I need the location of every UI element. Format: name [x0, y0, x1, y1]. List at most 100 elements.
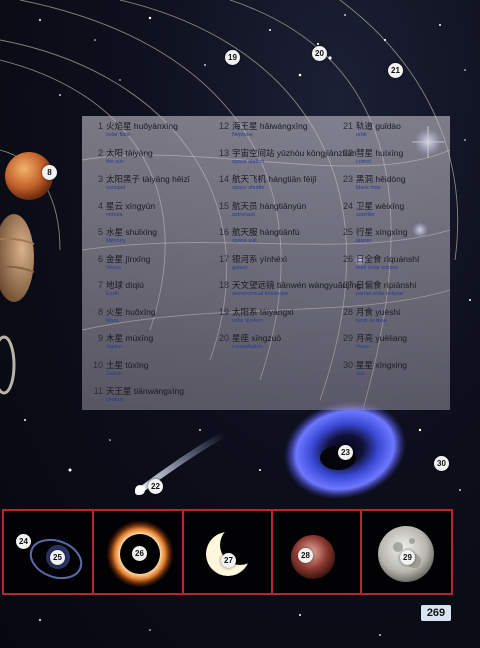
entry-english: Jupiter	[106, 344, 123, 350]
entry-name: 太阳黑子 tàiyáng hēizǐ	[106, 174, 190, 184]
entry-name: 航天员 hángtiānyún	[232, 200, 307, 211]
label-badge: 19	[225, 50, 240, 65]
entry-number: 26	[342, 253, 353, 264]
entry-number: 4	[97, 200, 103, 211]
entry-english: planet	[356, 238, 371, 244]
vocab-entry: 28 月食 yuèshí lunar eclipse	[338, 306, 456, 333]
entry-number: 24	[342, 200, 353, 211]
entry-english: solar system	[232, 317, 263, 324]
entry-number: 14	[218, 174, 229, 184]
entry-english: total solar eclipse	[356, 264, 399, 271]
entry-english: constellation	[232, 344, 263, 350]
entry-english: Earth	[106, 291, 120, 297]
vocab-entry: 23 黑洞 hēidòng black hole	[338, 173, 456, 200]
entry-english: black hole	[356, 185, 381, 191]
entry-english: space shuttle	[232, 185, 265, 191]
entry-english: galaxy	[232, 264, 248, 271]
vocab-entry: 21 轨道 guǐdào orbit	[338, 120, 456, 147]
entry-name: 火星 huǒxīng	[106, 306, 156, 317]
entry-number: 18	[218, 280, 229, 290]
vocab-entry: 18 天文望远镜 tiānwén wàngyuǎnjìng astronomical…	[214, 279, 361, 306]
vocab-entry: 24 卫星 wèixīng satellite	[338, 200, 456, 227]
entry-name: 日全食 rìquánshí	[356, 253, 420, 264]
thumb-lunar-eclipse	[273, 511, 362, 593]
entry-english: the sun	[106, 158, 125, 165]
dictionary-page: 1 火焰星 huǒyànxīng solar flare 2 太阳 tàiyáng th…	[0, 0, 480, 648]
vocab-entry: 1 火焰星 huǒyànxīng solar flare	[88, 120, 206, 147]
vocab-entry: 29 月亮 yuèliang moon	[338, 332, 456, 359]
entry-name: 海王星 hǎiwángxīng	[232, 121, 308, 131]
entry-number: 27	[342, 280, 353, 290]
entry-english: space station	[232, 158, 265, 165]
entry-number: 2	[97, 147, 103, 158]
entry-name: 地球 dìqiú	[106, 280, 144, 290]
partial-eclipse-picture	[206, 525, 260, 576]
label-badge: 28	[298, 548, 313, 563]
entry-number: 29	[342, 333, 353, 343]
entry-english: Neptune	[232, 132, 253, 138]
entry-english: astronaut	[232, 211, 255, 218]
entry-number: 9	[97, 333, 103, 343]
entry-english: solar flare	[106, 132, 131, 138]
vocab-entry: 16 航天服 hángtiānfú space suit	[214, 226, 332, 253]
entry-english: astronomical telescope	[232, 291, 289, 297]
entry-number: 16	[218, 227, 229, 237]
vocab-entry: 10 土星 tǔxīng Saturn	[88, 359, 206, 386]
vocab-entry: 11 天王星 tiānwángxīng Uranus	[88, 385, 206, 412]
eclipse-thumbnail-strip	[2, 509, 453, 595]
entry-number: 28	[342, 306, 353, 317]
entry-english: Uranus	[106, 397, 124, 403]
entry-name: 月亮 yuèliang	[356, 333, 408, 343]
entry-english: Saturn	[106, 370, 123, 377]
entry-name: 彗星 huìxīng	[356, 147, 404, 158]
vocab-entry: 25 行星 xíngxīng planet	[338, 226, 456, 253]
entry-number: 22	[342, 147, 353, 158]
vocab-entry: 2 太阳 tàiyáng the sun	[88, 147, 206, 174]
label-badge: 22	[148, 479, 163, 494]
label-badge: 23	[338, 445, 353, 460]
entry-english: space suit	[232, 238, 257, 244]
label-badge: 25	[50, 550, 65, 565]
label-badge: 30	[434, 456, 449, 471]
vocab-entry: 5 水星 shuǐxīng Mercury	[88, 226, 206, 253]
entry-name: 星座 xīngzuò	[232, 333, 282, 343]
vocab-entry: 26 日全食 rìquánshí total solar eclipse	[338, 253, 456, 280]
vocab-entry: 13 宇宙空间站 yǔzhòu kōngjiānzhàn space station	[214, 147, 357, 174]
entry-name: 黑洞 hēidòng	[356, 174, 406, 184]
vocab-entry: 9 木星 mùxīng Jupiter	[88, 332, 206, 359]
vocab-entry: 17 银河系 yínhéxì galaxy	[214, 253, 332, 280]
entry-name: 土星 tǔxīng	[106, 359, 149, 370]
entry-name: 星云 xīngyún	[106, 200, 156, 211]
entry-number: 7	[97, 280, 103, 290]
satellite-planet-picture	[29, 538, 83, 580]
entry-number: 10	[92, 359, 103, 370]
entry-number: 5	[97, 227, 103, 237]
entry-number: 8	[97, 306, 103, 317]
vocab-column-1: 1 火焰星 huǒyànxīng solar flare 2 太阳 tàiyáng th…	[88, 120, 206, 412]
label-badge: 21	[388, 63, 403, 78]
vocab-column-3: 21 轨道 guǐdào orbit 22 彗星 huìxīng comet 23 黑洞 …	[338, 120, 456, 385]
entry-name: 行星 xíngxīng	[356, 227, 408, 237]
entry-english: comet	[356, 158, 371, 165]
vocab-entry: 14 航天飞机 hángtiān fēijī space shuttle	[214, 173, 332, 200]
entry-name: 航天服 hángtiānfú	[232, 227, 300, 237]
entry-name: 火焰星 huǒyànxīng	[106, 121, 178, 131]
vocab-entry: 19 太阳系 tàiyángxì solar system	[214, 306, 332, 333]
entry-number: 19	[218, 306, 229, 317]
entry-number: 1	[97, 121, 103, 131]
entry-name: 太阳系 tàiyángxì	[232, 306, 294, 317]
entry-name: 太阳 tàiyáng	[106, 147, 153, 158]
vocab-entry: 4 星云 xīngyún nebula	[88, 200, 206, 227]
entry-number: 17	[218, 253, 229, 264]
vocab-entry: 12 海王星 hǎiwángxīng Neptune	[214, 120, 332, 147]
label-badge: 20	[312, 46, 327, 61]
vocab-entry: 6 金星 jīnxīng Venus	[88, 253, 206, 280]
thumb-partial-solar-eclipse	[184, 511, 273, 593]
entry-english: Venus	[106, 264, 122, 271]
thumb-satellite-planet	[4, 511, 94, 593]
entry-number: 3	[97, 174, 103, 184]
vocabulary-panel: 1 火焰星 huǒyànxīng solar flare 2 太阳 tàiyáng th…	[82, 116, 450, 410]
entry-name: 航天飞机 hángtiān fēijī	[232, 174, 317, 184]
entry-english: Mars	[106, 317, 119, 324]
entry-number: 12	[218, 121, 229, 131]
